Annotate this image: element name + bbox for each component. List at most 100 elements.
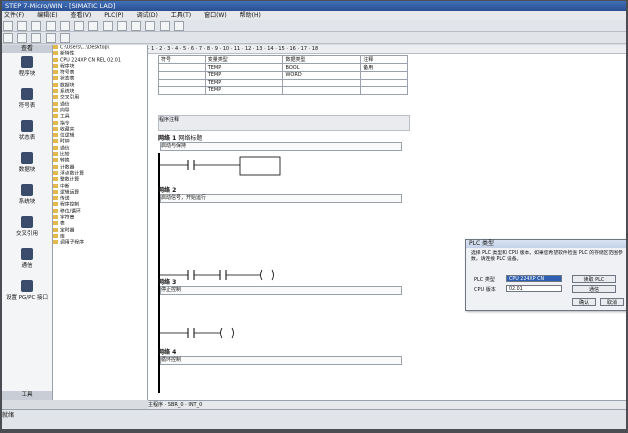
folder-icon [53, 82, 58, 87]
folder-icon [53, 89, 58, 94]
pou-tabs: 主程序 · SBR_0 · INT_0 [148, 400, 626, 409]
folder-icon [53, 145, 58, 150]
folder-icon [53, 70, 58, 75]
table-row[interactable]: TEMP [158, 78, 408, 87]
cut-icon[interactable] [59, 21, 70, 31]
network-4-label[interactable]: 网络 4 [158, 347, 176, 356]
menu-debug[interactable]: 调试(D) [135, 12, 158, 19]
header-comment: 注释 [360, 55, 408, 64]
status-table-icon [21, 120, 33, 132]
nav-data-block[interactable]: 数据块 [2, 152, 52, 181]
folder-icon [53, 164, 58, 169]
folder-icon [53, 158, 58, 163]
undo-icon[interactable] [102, 21, 113, 31]
tab-sbr0[interactable]: SBR_0 [168, 402, 184, 408]
data-block-icon [21, 152, 33, 164]
symbol-table-icon [21, 88, 33, 100]
window-title: STEP 7-Micro/WIN - [SIMATIC LAD] [5, 2, 116, 10]
contact-icon[interactable] [3, 33, 13, 43]
upload-icon[interactable] [131, 21, 142, 31]
network-2-label[interactable]: 网络 2 [158, 185, 176, 194]
folder-icon [53, 196, 58, 201]
header-var-type: 变量类型 [204, 55, 284, 64]
program-block-icon [21, 56, 33, 68]
menu-plc[interactable]: PLC(P) [102, 12, 123, 19]
menu-window[interactable]: 窗口(W) [202, 12, 227, 19]
plc-type-select[interactable]: CPU 224XP CN [506, 275, 562, 282]
network-2-comment[interactable]: 启动信号，开始运行 [160, 194, 402, 203]
menu-bar: 文件(F) 编辑(E) 查看(V) PLC(P) 调试(D) 工具(T) 窗口(… [2, 11, 626, 20]
folder-icon [53, 183, 58, 188]
nav-status-table[interactable]: 状态表 [2, 120, 52, 149]
variable-table[interactable]: 符号 变量类型 数据类型 注释 TEMP BOOL 备用 TEMP WORD TEMP… [158, 55, 408, 95]
navbar-header: 查看 [2, 45, 52, 53]
network-4-comment[interactable]: 循环控制 [160, 356, 402, 365]
branch-icon[interactable] [59, 33, 70, 43]
download-icon[interactable] [145, 21, 156, 31]
folder-icon [53, 177, 58, 182]
read-plc-button[interactable]: 读取 PLC [572, 275, 616, 283]
nav-cross-reference[interactable]: 交叉引用 [2, 216, 52, 245]
network-3-comment[interactable]: 停止控制 [160, 286, 402, 295]
status-text: 就绪 [2, 412, 15, 419]
screen: STEP 7-Micro/WIN - [SIMATIC LAD] 文件(F) 编… [2, 1, 626, 429]
nav-communication[interactable]: 通信 [2, 248, 52, 277]
tree-item-call-subroutines[interactable]: 调用子程序 [53, 240, 147, 246]
table-row[interactable]: TEMP WORD [158, 71, 408, 80]
nav-program-block[interactable]: 程序块 [2, 56, 52, 85]
table-row[interactable]: TEMP BOOL 备用 [158, 63, 408, 72]
table-row[interactable]: TEMP [158, 86, 408, 95]
system-block-icon [21, 184, 33, 196]
menu-file[interactable]: 文件(F) [2, 12, 24, 19]
tab-main[interactable]: 主程序 [148, 402, 163, 408]
network-1-label[interactable]: 网络 1 网络标题 [158, 133, 202, 142]
folder-icon [53, 101, 58, 106]
open-icon[interactable] [17, 21, 28, 31]
navbar-footer[interactable]: 工具 [2, 391, 52, 400]
folder-icon [53, 139, 58, 144]
new-icon[interactable] [3, 21, 13, 31]
folder-icon [53, 189, 58, 194]
menu-view[interactable]: 查看(V) [68, 12, 91, 19]
lad-editor[interactable]: · 1 · 2 · 3 · 4 · 5 · 6 · 7 · 8 · 9 · 10… [148, 45, 626, 400]
folder-icon [53, 208, 58, 213]
menu-tools[interactable]: 工具(T) [169, 12, 191, 19]
folder-icon [53, 215, 58, 220]
save-icon[interactable] [31, 21, 42, 31]
run-icon[interactable] [159, 21, 170, 31]
instruction-tree: C:\Users\...\Desktop\ 新特性 CPU 224XP CN R… [53, 45, 148, 400]
network-3-label[interactable]: 网络 3 [158, 277, 176, 286]
box-icon[interactable] [31, 33, 42, 43]
coil-icon[interactable] [17, 33, 28, 43]
nav-symbol-table[interactable]: 符号表 [2, 88, 52, 117]
communication-button[interactable]: 通信 [572, 285, 616, 293]
nav-pgpc-interface[interactable]: 设置 PG/PC 接口 [2, 280, 52, 309]
network-1-comment[interactable]: 启动与保持 [160, 142, 402, 151]
paste-icon[interactable] [88, 21, 99, 31]
folder-icon [53, 76, 58, 81]
folder-icon [53, 114, 58, 119]
menu-help[interactable]: 帮助(H) [238, 12, 261, 19]
folder-icon [53, 45, 58, 49]
compile-icon[interactable] [116, 21, 127, 31]
copy-icon[interactable] [74, 21, 85, 31]
nav-system-block[interactable]: 系统块 [2, 184, 52, 213]
cpu-icon [53, 57, 58, 62]
ok-button[interactable]: 确认 [572, 298, 596, 306]
folder-icon [53, 95, 58, 100]
dialog-title: PLC 类型 [466, 240, 626, 248]
stop-icon[interactable] [173, 21, 184, 31]
cpu-version-label: CPU 版本 [474, 287, 496, 293]
toolbar-instructions [2, 32, 626, 44]
print-icon[interactable] [45, 21, 56, 31]
folder-icon [53, 126, 58, 131]
folder-icon [53, 221, 58, 226]
menu-edit[interactable]: 编辑(E) [35, 12, 57, 19]
column-ruler: · 1 · 2 · 3 · 4 · 5 · 6 · 7 · 8 · 9 · 10… [148, 45, 626, 54]
folder-icon [53, 240, 58, 245]
line-icon[interactable] [45, 33, 56, 43]
cancel-button[interactable]: 取消 [600, 298, 624, 306]
pou-comment[interactable]: 程序注释 [158, 115, 410, 131]
tab-int0[interactable]: INT_0 [188, 402, 202, 408]
cpu-version-select[interactable]: 02.01 [506, 285, 562, 292]
